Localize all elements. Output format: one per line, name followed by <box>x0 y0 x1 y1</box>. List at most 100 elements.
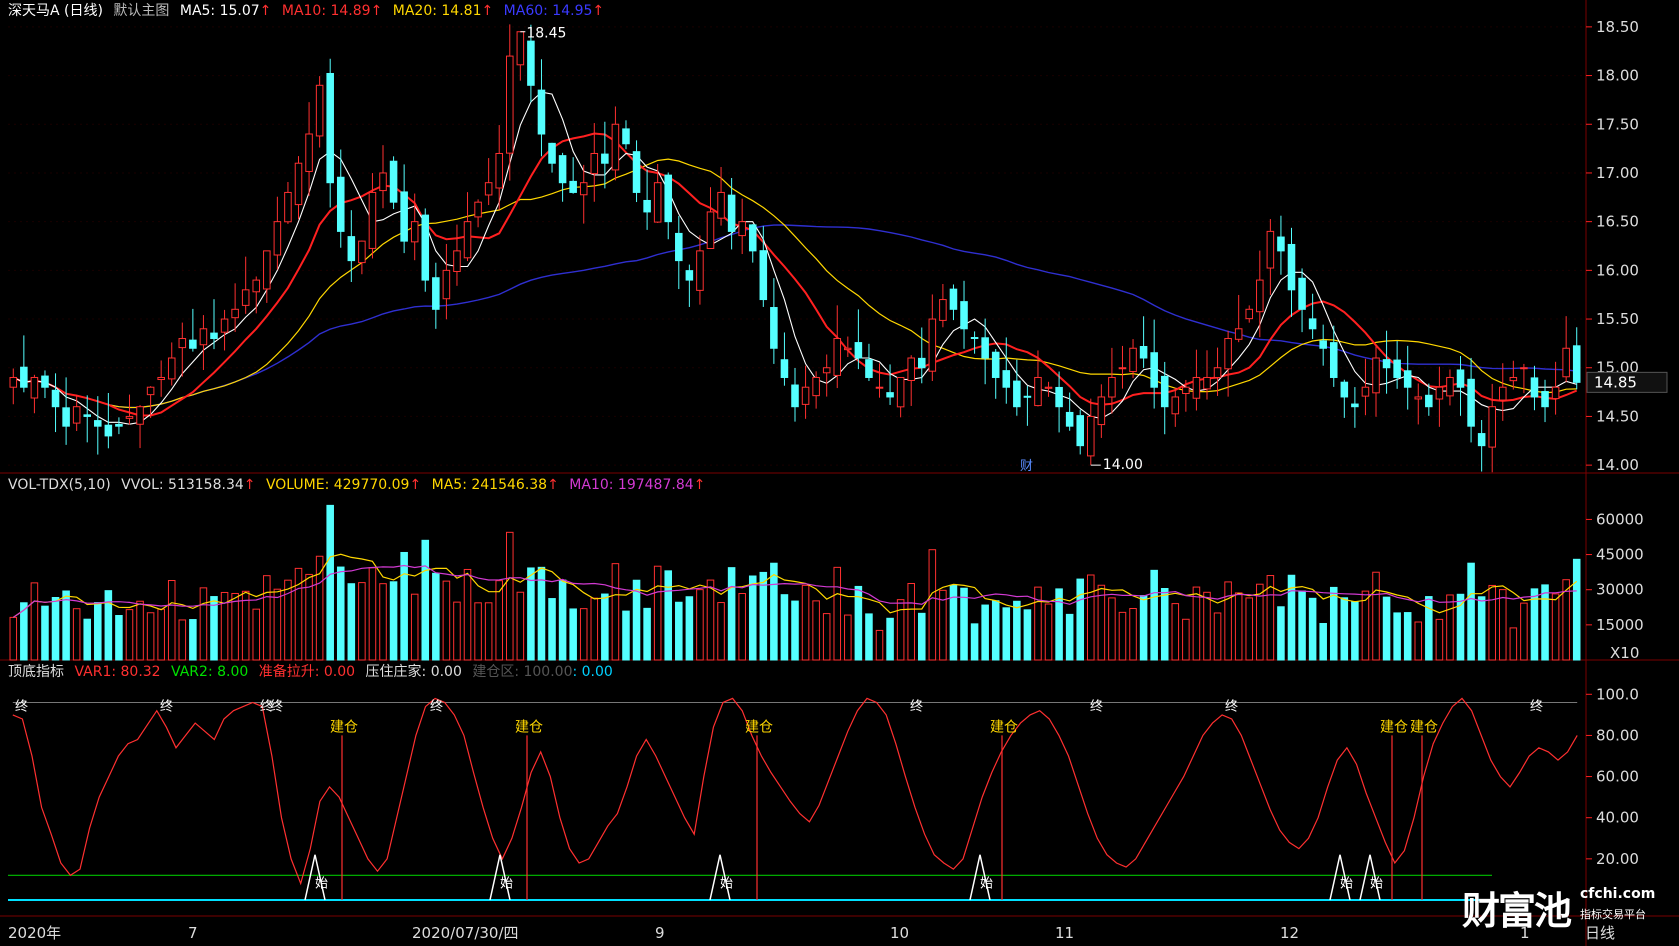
candle <box>506 24 514 181</box>
candle-body <box>1076 415 1084 447</box>
volume-bar <box>231 592 239 661</box>
candle-body <box>1467 378 1475 427</box>
vvol-arrow: ↑ <box>243 477 256 493</box>
volume-bar <box>453 601 461 661</box>
candle <box>991 349 1000 399</box>
indicator-title[interactable]: 顶底指标 <box>8 664 64 680</box>
volume-bars[interactable] <box>9 504 1581 661</box>
volume-bar <box>939 589 947 661</box>
candle-body <box>516 31 525 66</box>
candle <box>1234 294 1243 343</box>
candle <box>326 58 334 208</box>
volume-bar <box>896 599 905 661</box>
candle-body <box>1097 396 1106 426</box>
candle-body <box>294 162 303 206</box>
candle-body <box>770 307 778 349</box>
volume-bar <box>970 623 979 661</box>
volume-bar <box>1340 597 1349 661</box>
candle <box>432 262 440 329</box>
candle-body <box>1329 342 1338 378</box>
volume-bar <box>210 596 218 661</box>
build-marker: 建仓 <box>330 719 358 735</box>
candle <box>949 284 958 321</box>
candle-body <box>844 347 852 351</box>
candle <box>442 243 451 320</box>
candle-body <box>241 289 250 306</box>
volume-bar <box>960 587 968 661</box>
candle-body <box>115 423 123 427</box>
candle-body <box>220 318 229 333</box>
candle-body <box>886 392 894 398</box>
volume-bar <box>770 562 778 661</box>
volume-bar <box>495 580 503 661</box>
ma5-value: MA5: 15.07 <box>179 3 260 19</box>
volume-bar <box>294 567 303 661</box>
chart-mode-label[interactable]: 默认主图 <box>113 3 169 19</box>
volume-bar <box>315 555 324 661</box>
candle-body <box>1298 277 1306 310</box>
volume-bar <box>1520 602 1528 661</box>
volume-bar <box>886 617 894 661</box>
volume-bar <box>981 604 989 661</box>
end-marker: 终 <box>430 699 443 715</box>
volume-bar <box>875 629 884 661</box>
candle <box>474 199 482 228</box>
candle-body <box>865 359 873 378</box>
volume-bar <box>358 582 366 661</box>
candle <box>1467 357 1475 443</box>
volume-bar <box>558 579 567 661</box>
end-marker: 终 <box>1225 699 1238 715</box>
volume-bar <box>432 572 440 661</box>
volume-bar <box>1488 584 1496 661</box>
volume-bar <box>917 612 926 661</box>
candle <box>1509 360 1518 390</box>
build-zone-value: : 0.00 <box>572 664 613 680</box>
watermark-domain: cfchi.com <box>1580 886 1656 902</box>
candle <box>1308 293 1317 339</box>
end-marker: 终 <box>270 699 283 715</box>
volume-bar <box>104 590 113 661</box>
candle-body <box>305 133 313 172</box>
vol-title[interactable]: VOL-TDX(5,10) <box>8 477 111 493</box>
candle-body <box>199 328 208 346</box>
volume-bar <box>1446 594 1454 661</box>
candle <box>1351 387 1359 428</box>
watermark-subtitle: 指标交易平台 <box>1580 908 1646 921</box>
volume-bar <box>622 610 630 661</box>
candle-body <box>622 128 630 145</box>
price-tick-label: 17.00 <box>1596 164 1639 182</box>
candle-body <box>1034 376 1042 407</box>
candle <box>125 394 134 425</box>
candle-body <box>780 359 789 378</box>
candle <box>1562 316 1570 383</box>
end-marker: 终 <box>1530 699 1543 715</box>
candle-body <box>1055 386 1063 408</box>
candle <box>516 31 525 81</box>
volume-bar <box>410 593 419 661</box>
candle <box>643 169 651 230</box>
volume-bar <box>643 607 651 661</box>
candle-body <box>506 55 514 154</box>
candle <box>601 121 609 189</box>
candle-body <box>389 160 398 203</box>
price-tick-label: 16.50 <box>1596 213 1639 231</box>
candle <box>273 196 282 270</box>
volume-bar <box>653 565 662 661</box>
date-axis: 2020年 7 2020/07/30/四 9 10 11 12 1 日线 <box>8 924 1615 942</box>
candle <box>854 309 863 370</box>
candle-body <box>727 194 736 232</box>
volume-bar <box>199 587 208 661</box>
price-tick-label: 17.50 <box>1596 115 1639 133</box>
candlestick-series[interactable]: 18.45 14.00 财 <box>9 24 1581 474</box>
volume-bar <box>94 602 102 661</box>
candle-body <box>1572 345 1581 383</box>
indicator-markers: 建仓 建仓 建仓 建仓 建仓 建仓终终终终终终终终终始始始始始始 <box>15 699 1543 901</box>
volume-bar <box>1097 584 1106 661</box>
candle <box>1414 383 1423 425</box>
candle <box>896 376 905 418</box>
candle <box>1572 327 1581 390</box>
stock-title[interactable]: 深天马A (日线) <box>8 3 103 19</box>
candle-body <box>1340 381 1349 398</box>
volume-bar <box>484 602 493 661</box>
candle <box>263 250 271 303</box>
